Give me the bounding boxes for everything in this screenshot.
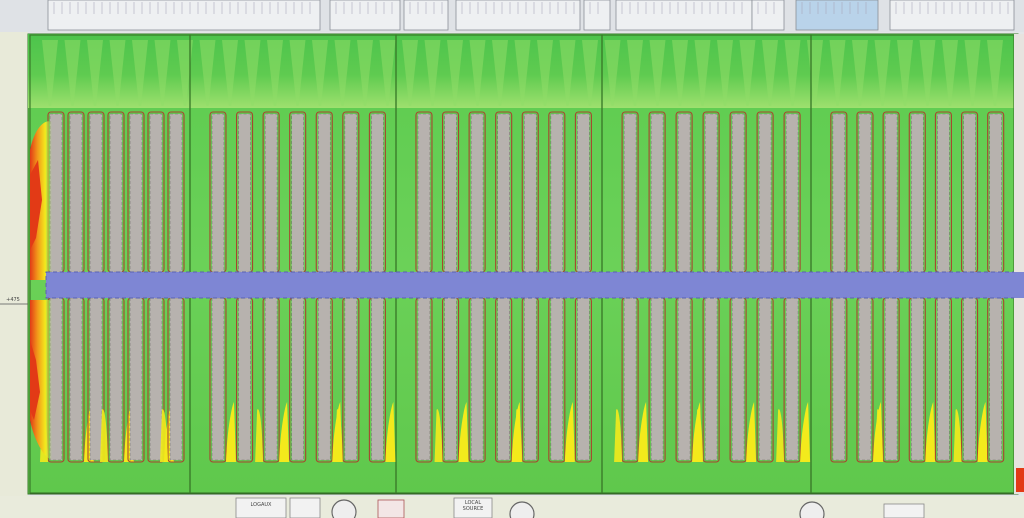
rack-upper xyxy=(704,113,718,273)
rack-lower xyxy=(89,297,103,461)
top-building-1 xyxy=(329,0,401,31)
rack-lower xyxy=(910,297,924,461)
rack-lower xyxy=(523,297,537,461)
rack-lower xyxy=(371,297,384,461)
rack-lower xyxy=(884,297,898,461)
top-building-0 xyxy=(47,0,321,31)
rack-upper xyxy=(264,113,278,273)
rack-upper xyxy=(623,113,637,273)
rack-lower xyxy=(344,297,358,461)
rack-lower xyxy=(785,297,799,461)
rack-lower xyxy=(109,297,123,461)
bottom-label-local-source: LOCAL SOURCE xyxy=(462,500,484,512)
rack-upper xyxy=(129,113,143,273)
road-left xyxy=(0,32,28,502)
rack-lower xyxy=(858,297,872,461)
rack-upper xyxy=(937,113,950,273)
top-building-5 xyxy=(615,0,753,31)
rack-upper xyxy=(650,113,664,273)
rack-lower xyxy=(317,297,331,461)
rack-lower xyxy=(211,297,225,461)
rack-lower xyxy=(704,297,718,461)
rack-upper xyxy=(989,113,1003,273)
rack-upper xyxy=(89,113,103,273)
rack-upper xyxy=(910,113,924,273)
rack-upper xyxy=(169,113,183,273)
top-building-6 xyxy=(751,0,785,31)
map-stage: +475 LOGAUX LOCAL SOURCE xyxy=(0,0,1024,518)
rack-lower xyxy=(623,297,637,461)
rack-lower xyxy=(69,297,83,461)
rack-upper xyxy=(963,113,976,273)
rack-upper xyxy=(470,113,484,273)
rack-upper xyxy=(109,113,123,273)
rack-upper xyxy=(291,113,304,273)
rack-upper xyxy=(69,113,83,273)
rack-upper xyxy=(344,113,358,273)
rack-lower xyxy=(677,297,691,461)
rack-lower xyxy=(731,297,745,461)
rack-upper xyxy=(858,113,872,273)
rack-lower xyxy=(550,297,564,461)
rack-lower xyxy=(497,297,510,461)
rack-lower xyxy=(149,297,163,461)
rack-upper xyxy=(677,113,691,273)
rack-upper xyxy=(758,113,772,273)
rack-upper xyxy=(497,113,510,273)
rack-lower xyxy=(577,297,590,461)
rack-lower xyxy=(417,297,431,461)
bottom-label-logaux: LOGAUX xyxy=(250,502,272,508)
rack-upper xyxy=(550,113,564,273)
rack-upper xyxy=(317,113,331,273)
rack-upper xyxy=(211,113,225,273)
left-marker-label: +475 xyxy=(6,297,20,303)
rack-lower xyxy=(169,297,183,461)
rack-upper xyxy=(577,113,590,273)
rack-lower xyxy=(989,297,1003,461)
light-beams xyxy=(42,40,1003,106)
top-building-4 xyxy=(583,0,611,31)
rack-lower xyxy=(129,297,143,461)
rack-lower xyxy=(291,297,304,461)
rack-upper xyxy=(785,113,799,273)
rack-upper xyxy=(832,113,846,273)
right-edge-strip xyxy=(1014,34,1024,494)
rack-lower xyxy=(238,297,251,461)
rack-upper xyxy=(444,113,457,273)
rack-lower xyxy=(963,297,976,461)
rack-upper xyxy=(417,113,431,273)
top-building-strip xyxy=(47,0,1015,31)
rack-upper xyxy=(884,113,898,273)
rack-lower xyxy=(937,297,950,461)
right-blue-spot xyxy=(1014,272,1024,298)
right-red-spot xyxy=(1016,468,1024,492)
rack-lower xyxy=(264,297,278,461)
rack-upper xyxy=(731,113,745,273)
rack-lower xyxy=(832,297,846,461)
rack-lower xyxy=(650,297,664,461)
rack-upper xyxy=(371,113,384,273)
rack-upper xyxy=(149,113,163,273)
coverage-heatmap xyxy=(0,0,1024,518)
rack-upper xyxy=(523,113,537,273)
central-cross-aisle xyxy=(45,271,1019,299)
rack-lower xyxy=(444,297,457,461)
rack-lower xyxy=(758,297,772,461)
rack-upper xyxy=(238,113,251,273)
rack-lower xyxy=(470,297,484,461)
